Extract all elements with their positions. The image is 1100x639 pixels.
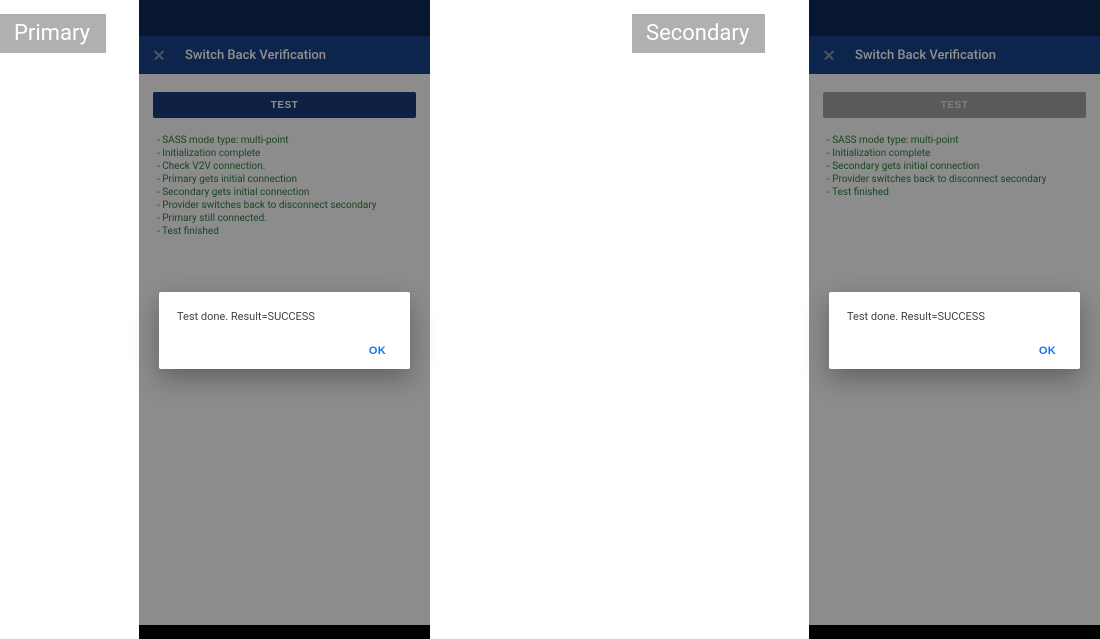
dialog-text: Test done. Result=SUCCESS <box>177 310 392 323</box>
dialog-actions: OK <box>177 341 392 361</box>
ok-button[interactable]: OK <box>363 341 392 361</box>
ok-button[interactable]: OK <box>1033 341 1062 361</box>
result-dialog: Test done. Result=SUCCESS OK <box>829 292 1080 369</box>
dialog-actions: OK <box>847 341 1062 361</box>
secondary-label-tag: Secondary <box>632 14 765 53</box>
phone-primary: Switch Back Verification TEST - SASS mod… <box>139 0 430 639</box>
result-dialog: Test done. Result=SUCCESS OK <box>159 292 410 369</box>
primary-label-tag: Primary <box>0 14 106 53</box>
dialog-text: Test done. Result=SUCCESS <box>847 310 1062 323</box>
phone-secondary: Switch Back Verification TEST - SASS mod… <box>809 0 1100 639</box>
